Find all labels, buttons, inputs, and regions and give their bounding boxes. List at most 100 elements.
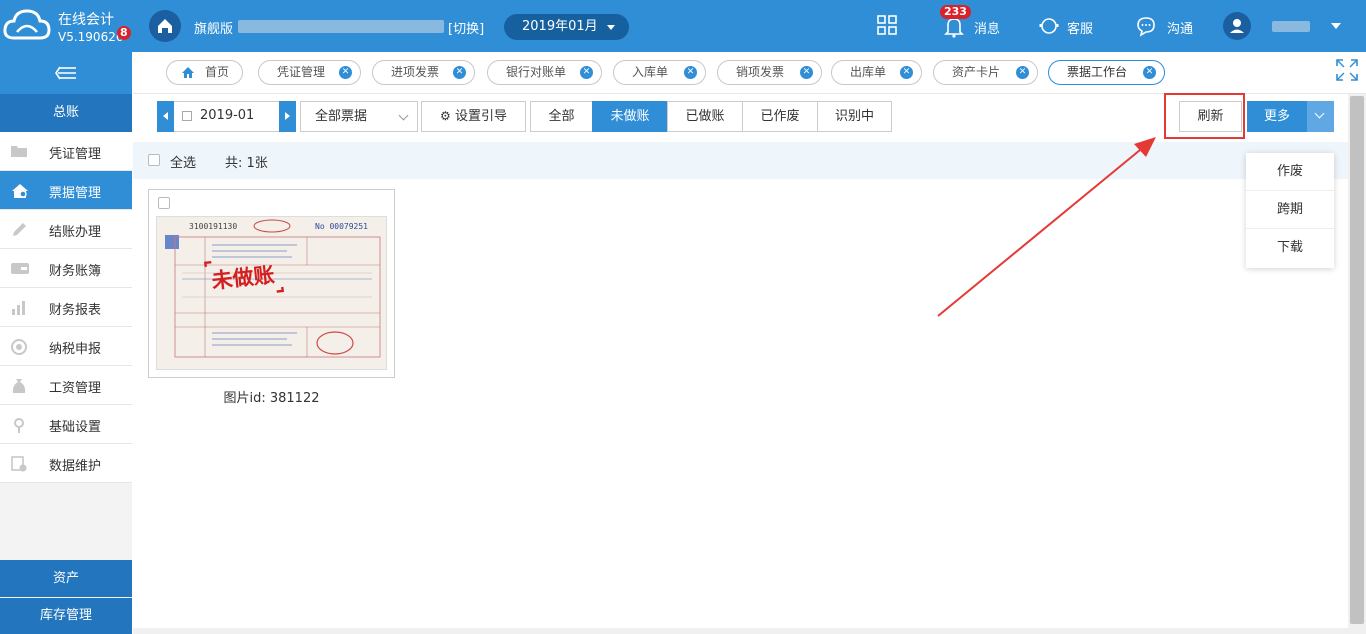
sidebar-item-reports[interactable]: 财务报表 — [0, 288, 132, 327]
invoice-thumbnail[interactable]: 3100191130 No 00079251 未做账 — [156, 216, 387, 370]
close-tab-icon[interactable]: ✕ — [580, 66, 593, 79]
tab-input-invoice[interactable]: 进项发票 ✕ — [372, 60, 475, 85]
menu-item-void[interactable]: 作废 — [1246, 153, 1334, 191]
avatar[interactable] — [1223, 12, 1251, 40]
select-all-checkbox[interactable] — [148, 154, 160, 166]
gear-icon: ⚙ — [440, 109, 451, 123]
close-tab-icon[interactable]: ✕ — [900, 66, 913, 79]
menu-item-cross-period[interactable]: 跨期 — [1246, 191, 1334, 229]
sidebar-group-general-ledger[interactable]: 总账 — [0, 94, 132, 132]
sidebar-item-tax[interactable]: 纳税申报 — [0, 327, 132, 366]
tab-stock-in[interactable]: 入库单 ✕ — [613, 60, 706, 85]
invoice-caption: 图片id: 381122 — [223, 391, 320, 406]
sidebar-item-payroll[interactable]: 工资管理 — [0, 366, 132, 405]
sidebar-item-label: 纳税申报 — [49, 342, 102, 357]
tab-asset-card[interactable]: 资产卡片 ✕ — [933, 60, 1038, 85]
more-menu: 作废 跨期 下载 — [1246, 153, 1334, 268]
sidebar-item-closing[interactable]: 结账办理 — [0, 210, 132, 249]
filter-voided[interactable]: 已作废 — [742, 101, 818, 132]
calendar-icon — [182, 111, 192, 121]
sidebar-item-ledgers[interactable]: 财务账簿 — [0, 249, 132, 288]
caret-right-icon — [285, 112, 290, 120]
tab-label: 首页 — [205, 65, 230, 79]
username-blurred[interactable] — [1272, 21, 1310, 32]
tab-output-invoice[interactable]: 销项发票 ✕ — [717, 60, 822, 85]
filter-all[interactable]: 全部 — [530, 101, 593, 132]
scrollbar-thumb[interactable] — [1350, 96, 1364, 624]
sidebar-item-voucher[interactable]: 凭证管理 — [0, 132, 132, 171]
period-selector[interactable]: 2019年01月 — [504, 14, 629, 40]
filter-unposted[interactable]: 未做账 — [592, 101, 668, 132]
sidebar-group-inventory[interactable]: 库存管理 — [0, 598, 132, 634]
close-tab-icon[interactable]: ✕ — [684, 66, 697, 79]
total-count: 共: 1张 — [225, 156, 268, 171]
messages-link[interactable]: 消息 — [974, 18, 1000, 37]
home-icon — [158, 19, 172, 33]
more-dropdown-toggle[interactable] — [1307, 101, 1334, 132]
setup-guide-button[interactable]: ⚙ 设置引导 — [421, 101, 526, 132]
horizontal-scrollbar[interactable] — [133, 628, 1348, 634]
messages-badge: 233 — [940, 5, 971, 19]
more-label: 更多 — [1263, 109, 1290, 124]
menu-item-download[interactable]: 下载 — [1246, 229, 1334, 267]
invoice-code-text: 3100191130 — [189, 222, 237, 231]
sidebar-item-settings[interactable]: 基础设置 — [0, 405, 132, 444]
money-bag-icon — [12, 379, 26, 393]
tab-bill-workbench[interactable]: 票据工作台 ✕ — [1048, 60, 1165, 85]
tab-bar: 首页 凭证管理 ✕ 进项发票 ✕ 银行对账单 ✕ 入库单 ✕ 销项发票 ✕ 出库… — [133, 52, 1366, 94]
home-gear-icon — [12, 184, 28, 198]
headset-icon[interactable] — [1038, 15, 1060, 37]
user-icon — [1230, 19, 1244, 33]
invoice-number-text: No 00079251 — [315, 222, 368, 231]
more-button[interactable]: 更多 — [1247, 101, 1334, 132]
invoice-checkbox[interactable] — [158, 197, 170, 209]
invoice-card[interactable]: 3100191130 No 00079251 未做账 — [148, 189, 395, 378]
close-tab-icon[interactable]: ✕ — [800, 66, 813, 79]
switch-company-link[interactable]: [切换] — [448, 18, 484, 37]
next-month-button[interactable] — [279, 101, 296, 132]
close-tab-icon[interactable]: ✕ — [1143, 66, 1156, 79]
vertical-scrollbar[interactable] — [1348, 94, 1366, 634]
close-tab-icon[interactable]: ✕ — [453, 66, 466, 79]
sidebar-item-label: 凭证管理 — [49, 147, 102, 162]
caret-left-icon — [163, 112, 168, 120]
bill-type-select[interactable]: 全部票据 — [300, 101, 418, 132]
apps-grid-icon[interactable] — [876, 14, 898, 36]
app-logo[interactable]: 在线会计 V5.190626 8 — [0, 0, 132, 52]
date-picker[interactable]: 2019-01 — [157, 101, 296, 132]
chat-bubble-icon[interactable] — [1135, 15, 1157, 37]
filter-recognizing[interactable]: 识别中 — [817, 101, 892, 132]
service-link[interactable]: 客服 — [1067, 18, 1093, 37]
sidebar-item-label: 票据管理 — [49, 186, 102, 201]
tab-home[interactable]: 首页 — [166, 60, 243, 85]
cloud-icon — [3, 9, 51, 40]
close-tab-icon[interactable]: ✕ — [1016, 66, 1029, 79]
bill-type-value: 全部票据 — [315, 109, 368, 124]
chat-link[interactable]: 沟通 — [1167, 18, 1193, 37]
collapse-menu-icon — [55, 66, 76, 80]
tab-voucher[interactable]: 凭证管理 ✕ — [258, 60, 361, 85]
sidebar-group-assets[interactable]: 资产 — [0, 560, 132, 597]
wallet-icon — [11, 263, 29, 274]
sidebar-item-data[interactable]: 数据维护 — [0, 444, 132, 483]
period-value: 2019年01月 — [522, 19, 598, 34]
refresh-button[interactable]: 刷新 — [1179, 101, 1242, 132]
tab-label: 出库单 — [850, 65, 887, 79]
home-button[interactable] — [149, 10, 181, 42]
filter-posted[interactable]: 已做账 — [667, 101, 743, 132]
prev-month-button[interactable] — [157, 101, 174, 132]
tab-label: 进项发票 — [391, 65, 440, 79]
sidebar-item-bills[interactable]: 票据管理 — [0, 171, 132, 210]
fullscreen-icon[interactable] — [1335, 58, 1359, 82]
sidebar-collapse-button[interactable] — [0, 52, 132, 94]
settings-icon — [14, 418, 24, 433]
version-badge: 8 — [117, 26, 131, 40]
company-name-blurred — [238, 20, 444, 33]
select-all-label[interactable]: 全选 — [170, 152, 196, 171]
user-menu-caret-icon[interactable] — [1331, 23, 1341, 29]
folder-icon — [11, 146, 27, 157]
close-tab-icon[interactable]: ✕ — [339, 66, 352, 79]
pen-icon — [13, 223, 26, 236]
tab-stock-out[interactable]: 出库单 ✕ — [831, 60, 922, 85]
tab-bank-statement[interactable]: 银行对账单 ✕ — [487, 60, 602, 85]
